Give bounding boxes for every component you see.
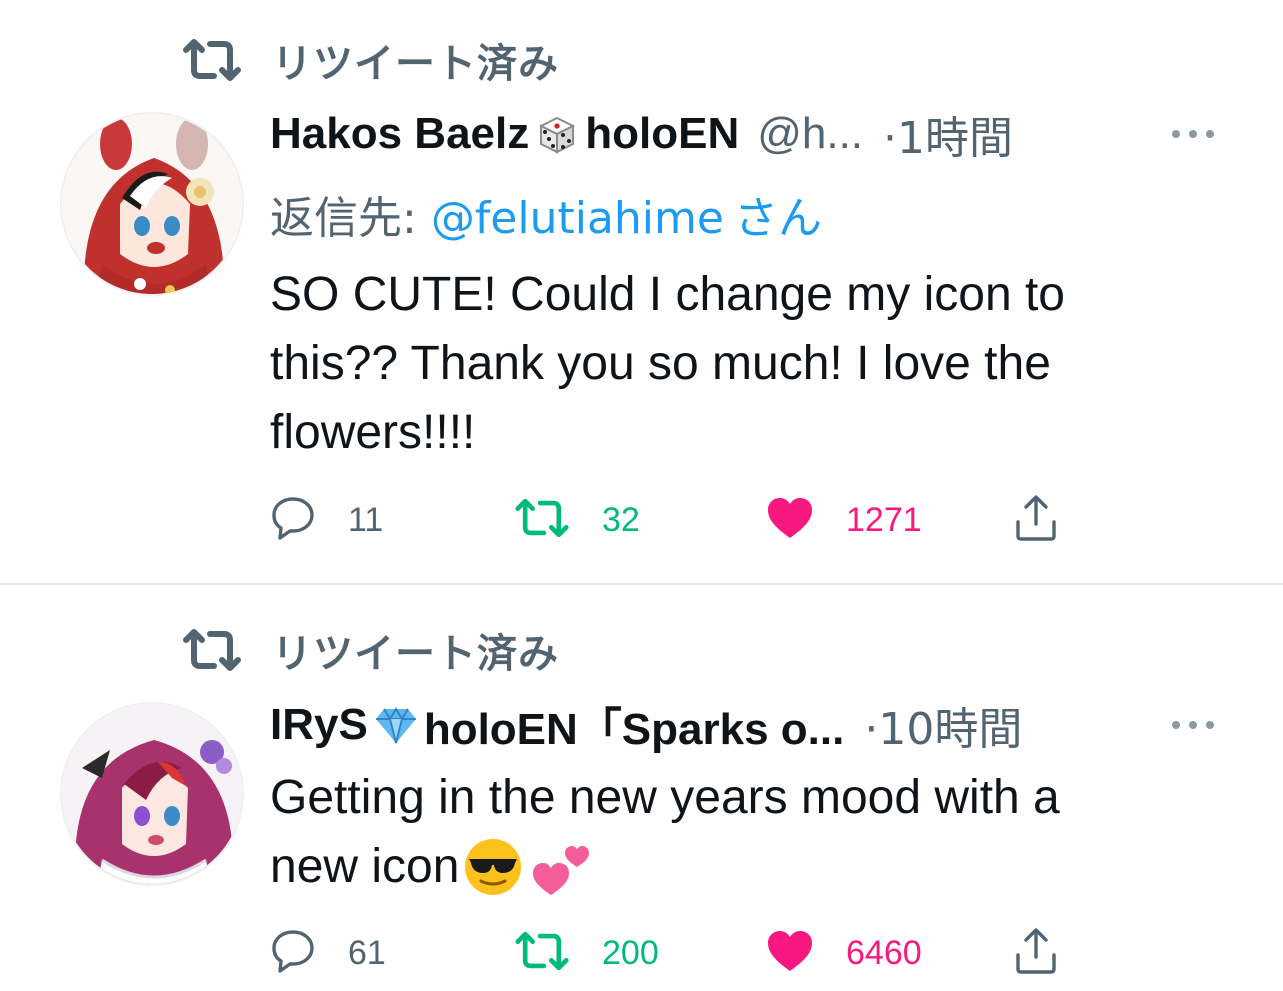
avatar[interactable]: [60, 702, 244, 886]
share-button[interactable]: [1014, 923, 1058, 983]
reply-icon: [270, 495, 316, 546]
reply-count: 61: [348, 933, 386, 972]
share-button[interactable]: [1014, 490, 1058, 550]
reply-button[interactable]: 11: [270, 490, 383, 550]
retweeted-indicator: リツイート済み: [182, 32, 559, 88]
display-name-suffix: holoEN: [585, 109, 740, 158]
display-name-text: Hakos Baelz: [270, 109, 530, 158]
reply-to: 返信先: @felutiahime さん: [270, 182, 822, 246]
tweet-text-line: SO CUTE! Could I change my icon to: [270, 268, 1065, 321]
display-name[interactable]: IRyS holoEN「Sparks o...: [270, 693, 844, 757]
retweet-count: 32: [602, 500, 640, 539]
tweet-text-line-wrap: new icon: [270, 832, 1230, 901]
tweet-text: Getting in the new years mood with a new…: [270, 763, 1230, 901]
reply-button[interactable]: 61: [270, 923, 386, 983]
like-button[interactable]: 6460: [766, 923, 922, 983]
tweet-actions: 11 32 1271: [270, 490, 1070, 550]
two-hearts-emoji: [533, 837, 593, 897]
reply-to-prefix: 返信先:: [270, 193, 431, 244]
retweeted-label: リツイート済み: [272, 41, 559, 87]
retweet-count: 200: [602, 933, 659, 972]
retweet-icon: [514, 497, 570, 544]
like-count: 1271: [846, 500, 922, 539]
like-count: 6460: [846, 933, 922, 972]
timestamp[interactable]: ·1時間: [883, 102, 1013, 166]
reply-to-suffix: さん: [733, 193, 822, 244]
like-button[interactable]: 1271: [766, 490, 922, 550]
heart-icon: [766, 496, 814, 545]
retweet-icon: [182, 36, 246, 84]
display-name-text: IRyS: [270, 700, 368, 749]
timestamp[interactable]: ·10時間: [864, 693, 1022, 757]
reply-icon: [270, 928, 316, 979]
tweet-text: SO CUTE! Could I change my icon to this?…: [270, 260, 1230, 467]
heart-icon: [766, 929, 814, 978]
retweet-button[interactable]: 200: [514, 923, 659, 983]
retweeted-label: リツイート済み: [272, 631, 559, 677]
dice-emoji: [535, 112, 579, 156]
tweet-text-line: new icon: [270, 840, 460, 893]
retweeted-indicator: リツイート済み: [182, 622, 559, 678]
share-icon: [1014, 927, 1058, 980]
tweet-header: Hakos Baelz holoEN @h... ·1時間: [270, 104, 1223, 164]
display-name-suffix: holoEN「Sparks o...: [423, 705, 845, 754]
reply-mention-link[interactable]: @felutiahime: [431, 193, 724, 244]
display-name[interactable]: Hakos Baelz holoEN: [270, 109, 739, 159]
handle[interactable]: @h...: [757, 109, 863, 159]
tweet-text-line: this?? Thank you so much! I love the: [270, 337, 1051, 390]
more-options-icon[interactable]: [1163, 110, 1223, 158]
tweet[interactable]: リツイート済み Hakos Baelz holoEN @h... ·1時間 返信…: [0, 0, 1283, 584]
more-options-icon[interactable]: [1163, 701, 1223, 749]
reply-count: 11: [348, 500, 384, 539]
gem-emoji: [374, 703, 418, 747]
retweet-button[interactable]: 32: [514, 490, 640, 550]
tweet-text-line: Getting in the new years mood with a: [270, 771, 1060, 824]
tweet-text-line: flowers!!!!: [270, 406, 476, 459]
tweet-actions: 61 200 6460: [270, 923, 1070, 983]
share-icon: [1014, 494, 1058, 547]
tweet-header: IRyS holoEN「Sparks o... ·10時間: [270, 695, 1223, 755]
retweet-icon: [514, 930, 570, 977]
retweet-icon: [182, 626, 246, 674]
sunglasses-emoji: [463, 837, 523, 897]
tweet[interactable]: リツイート済み IRyS holoEN「Sparks o... ·10時間 Ge…: [0, 585, 1283, 991]
avatar[interactable]: [60, 112, 244, 296]
